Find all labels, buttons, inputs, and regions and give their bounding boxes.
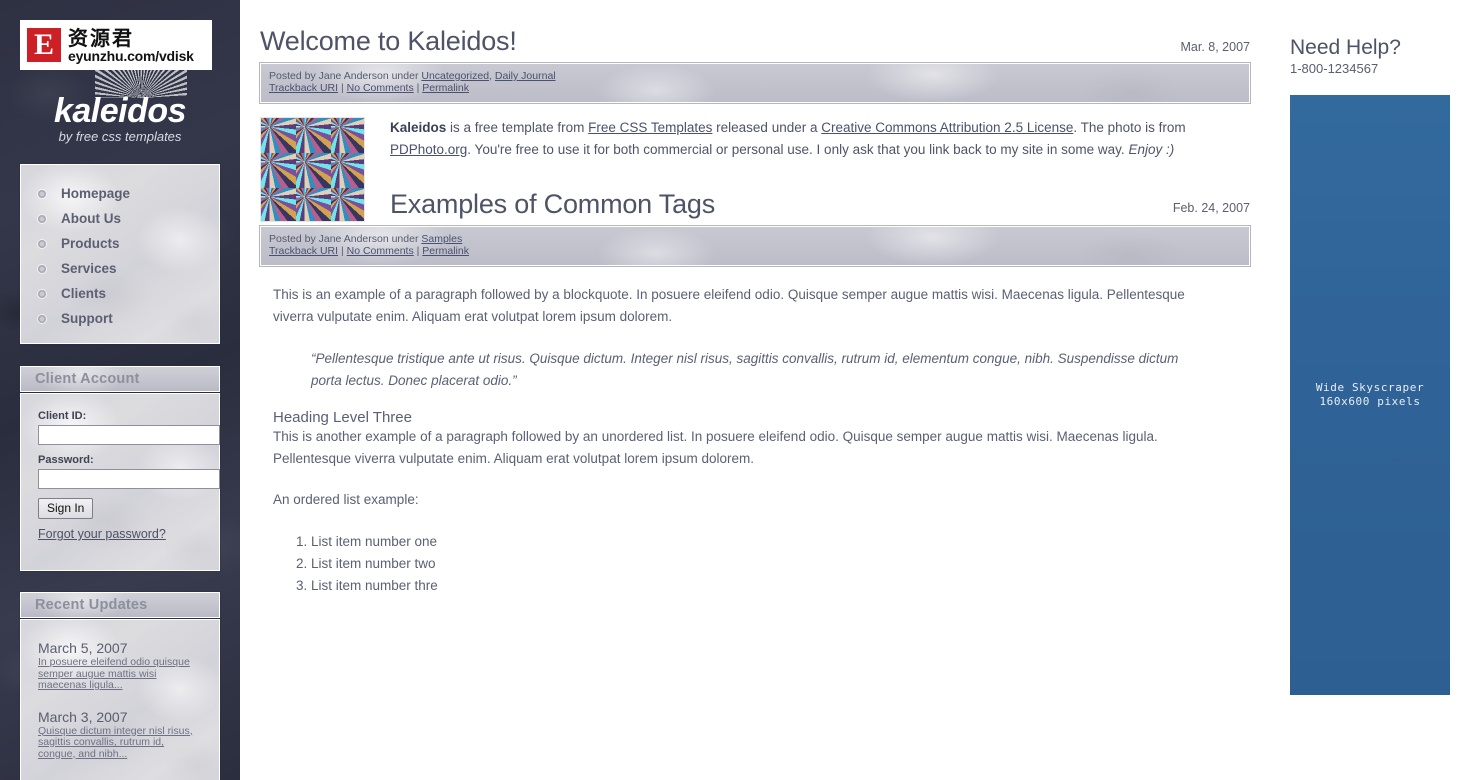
nav-label: Products xyxy=(61,236,120,251)
post-title: Examples of Common Tags xyxy=(390,189,716,219)
update-excerpt-link[interactable]: Quisque dictum integer nisl risus, sagit… xyxy=(38,725,201,761)
nav-label: Homepage xyxy=(61,186,131,201)
bullet-icon xyxy=(38,265,46,273)
sign-in-button[interactable]: Sign In xyxy=(38,498,94,519)
pdphoto-link[interactable]: PDPhoto.org xyxy=(390,142,467,157)
bullet-icon xyxy=(38,290,46,298)
logo-url-text: eyunzhu.com/vdisk xyxy=(68,47,194,64)
intro-seg-2: released under a xyxy=(712,120,822,135)
bullet-icon xyxy=(38,315,46,323)
sidebar-item-about-us[interactable]: About Us xyxy=(21,206,219,231)
nav-label: About Us xyxy=(61,211,121,226)
list-item: List item number two xyxy=(311,553,1214,575)
sidebar-item-support[interactable]: Support xyxy=(21,306,219,331)
paragraph-ordered-list-intro: An ordered list example: xyxy=(273,492,419,507)
logo-chinese-text: 资源君 xyxy=(68,25,134,50)
category-link-uncategorized[interactable]: Uncategorized xyxy=(421,70,489,82)
paragraph-blockquote-intro: This is an example of a paragraph follow… xyxy=(273,287,1185,324)
password-input[interactable] xyxy=(38,469,220,489)
post-welcome: Welcome to Kaleidos! Mar. 8, 2007 Posted… xyxy=(260,0,1252,222)
post-common-tags: Examples of Common Tags Feb. 24, 2007 Po… xyxy=(260,161,1252,597)
post-body: Kaleidos is a free template from Free CS… xyxy=(260,117,1252,222)
no-comments-link[interactable]: No Comments xyxy=(347,82,414,94)
meta-pipe: | xyxy=(413,245,423,257)
recent-updates-heading: Recent Updates xyxy=(20,592,220,618)
update-excerpt-link[interactable]: In posuere eleifend odio quisque semper … xyxy=(38,656,201,692)
list-item: List item number thre xyxy=(311,575,1214,597)
category-link-daily-journal[interactable]: Daily Journal xyxy=(495,70,556,82)
need-help-phone: 1-800-1234567 xyxy=(1290,61,1379,76)
enjoy-text: Enjoy :) xyxy=(1128,142,1175,157)
client-id-label: Client ID: xyxy=(38,410,87,422)
heading-level-three: Heading Level Three xyxy=(273,409,412,426)
post-meta-author-line: Posted by Jane Anderson under Uncategori… xyxy=(269,70,1249,82)
left-sidebar: E 资源君 eyunzhu.com/vdisk kaleidos by free… xyxy=(0,0,240,780)
update-date: March 3, 2007 xyxy=(38,708,128,725)
page-root: E 资源君 eyunzhu.com/vdisk kaleidos by free… xyxy=(0,0,1470,780)
meta-pipe: | xyxy=(413,82,423,94)
bullet-icon xyxy=(38,240,46,248)
main-navigation: Homepage About Us Products Services Clie… xyxy=(20,164,220,344)
post-date: Mar. 8, 2007 xyxy=(1180,40,1251,54)
sidebar-item-products[interactable]: Products xyxy=(21,231,219,256)
forgot-password-link[interactable]: Forgot your password? xyxy=(38,527,219,541)
main-content: Welcome to Kaleidos! Mar. 8, 2007 Posted… xyxy=(260,0,1252,780)
logo-text: 资源君 eyunzhu.com/vdisk xyxy=(68,28,194,63)
ad-line-1: Wide Skyscraper xyxy=(1315,381,1425,394)
post-meta-bar: Posted by Jane Anderson under Samples Tr… xyxy=(260,226,1250,266)
list-item[interactable]: March 3, 2007 Quisque dictum integer nis… xyxy=(21,709,219,761)
sidebar-item-clients[interactable]: Clients xyxy=(21,281,219,306)
intro-seg-1: is a free template from xyxy=(446,120,589,135)
bullet-icon xyxy=(38,215,46,223)
post-meta-bar: Posted by Jane Anderson under Uncategori… xyxy=(260,63,1250,103)
permalink-link[interactable]: Permalink xyxy=(422,82,469,94)
posted-by-text: Posted by Jane Anderson under xyxy=(269,233,422,245)
posted-by-text: Posted by Jane Anderson under xyxy=(269,70,422,82)
category-link-samples[interactable]: Samples xyxy=(421,233,462,245)
blockquote: “Pellentesque tristique ante ut risus. Q… xyxy=(311,351,1179,388)
free-css-templates-link[interactable]: Free CSS Templates xyxy=(588,120,712,135)
nav-label: Services xyxy=(61,261,117,276)
list-item: List item number one xyxy=(311,531,1214,553)
need-help-title: Need Help? xyxy=(1290,36,1401,59)
meta-pipe: | xyxy=(338,245,347,257)
bullet-icon xyxy=(38,190,46,198)
trackback-uri-link[interactable]: Trackback URI xyxy=(269,82,338,94)
list-item[interactable]: March 5, 2007 In posuere eleifend odio q… xyxy=(21,640,219,692)
client-id-input[interactable] xyxy=(38,425,220,445)
intro-seg-3: . The photo is from xyxy=(1073,120,1186,135)
intro-paragraph: Kaleidos is a free template from Free CS… xyxy=(390,117,1252,161)
wide-skyscraper-ad[interactable]: Wide Skyscraper 160x600 pixels xyxy=(1290,95,1450,695)
nav-label: Clients xyxy=(61,286,107,301)
sidebar-item-homepage[interactable]: Homepage xyxy=(21,181,219,206)
sidebar-item-services[interactable]: Services xyxy=(21,256,219,281)
recent-updates-panel: March 5, 2007 In posuere eleifend odio q… xyxy=(20,619,220,780)
ad-line-2: 160x600 pixels xyxy=(1319,395,1421,408)
nav-label: Support xyxy=(61,311,113,326)
client-account-heading: Client Account xyxy=(20,366,220,392)
intro-seg-4: . You're free to use it for both commerc… xyxy=(467,142,1129,157)
client-account-panel: Client ID: Password: Sign In Forgot your… xyxy=(20,393,220,571)
meta-pipe: | xyxy=(338,82,347,94)
logo-letter-icon: E xyxy=(25,26,63,64)
paragraph-list-intro: This is another example of a paragraph f… xyxy=(273,429,1158,466)
update-date: March 5, 2007 xyxy=(38,640,128,656)
creative-commons-license-link[interactable]: Creative Commons Attribution 2.5 License xyxy=(821,120,1073,135)
trackback-uri-link[interactable]: Trackback URI xyxy=(269,245,338,257)
post-meta-author-line: Posted by Jane Anderson under Samples xyxy=(269,233,1249,245)
post-meta-links-line: Trackback URI | No Comments | Permalink xyxy=(269,245,1249,257)
password-label: Password: xyxy=(38,454,94,466)
post-body: This is an example of a paragraph follow… xyxy=(260,284,1252,597)
site-logo-banner[interactable]: E 资源君 eyunzhu.com/vdisk xyxy=(20,20,212,70)
post-title: Welcome to Kaleidos! xyxy=(260,26,517,56)
no-comments-link[interactable]: No Comments xyxy=(347,245,414,257)
right-sidebar: Need Help? 1-800-1234567 Wide Skyscraper… xyxy=(1290,0,1470,780)
ordered-list: List item number one List item number tw… xyxy=(273,531,1214,597)
site-tagline: by free css templates xyxy=(58,129,182,144)
brand-name: Kaleidos xyxy=(390,120,447,135)
permalink-link[interactable]: Permalink xyxy=(422,245,469,257)
post-meta-links-line: Trackback URI | No Comments | Permalink xyxy=(269,82,1249,94)
site-title: kaleidos xyxy=(53,92,187,130)
post-date: Feb. 24, 2007 xyxy=(1172,201,1250,215)
